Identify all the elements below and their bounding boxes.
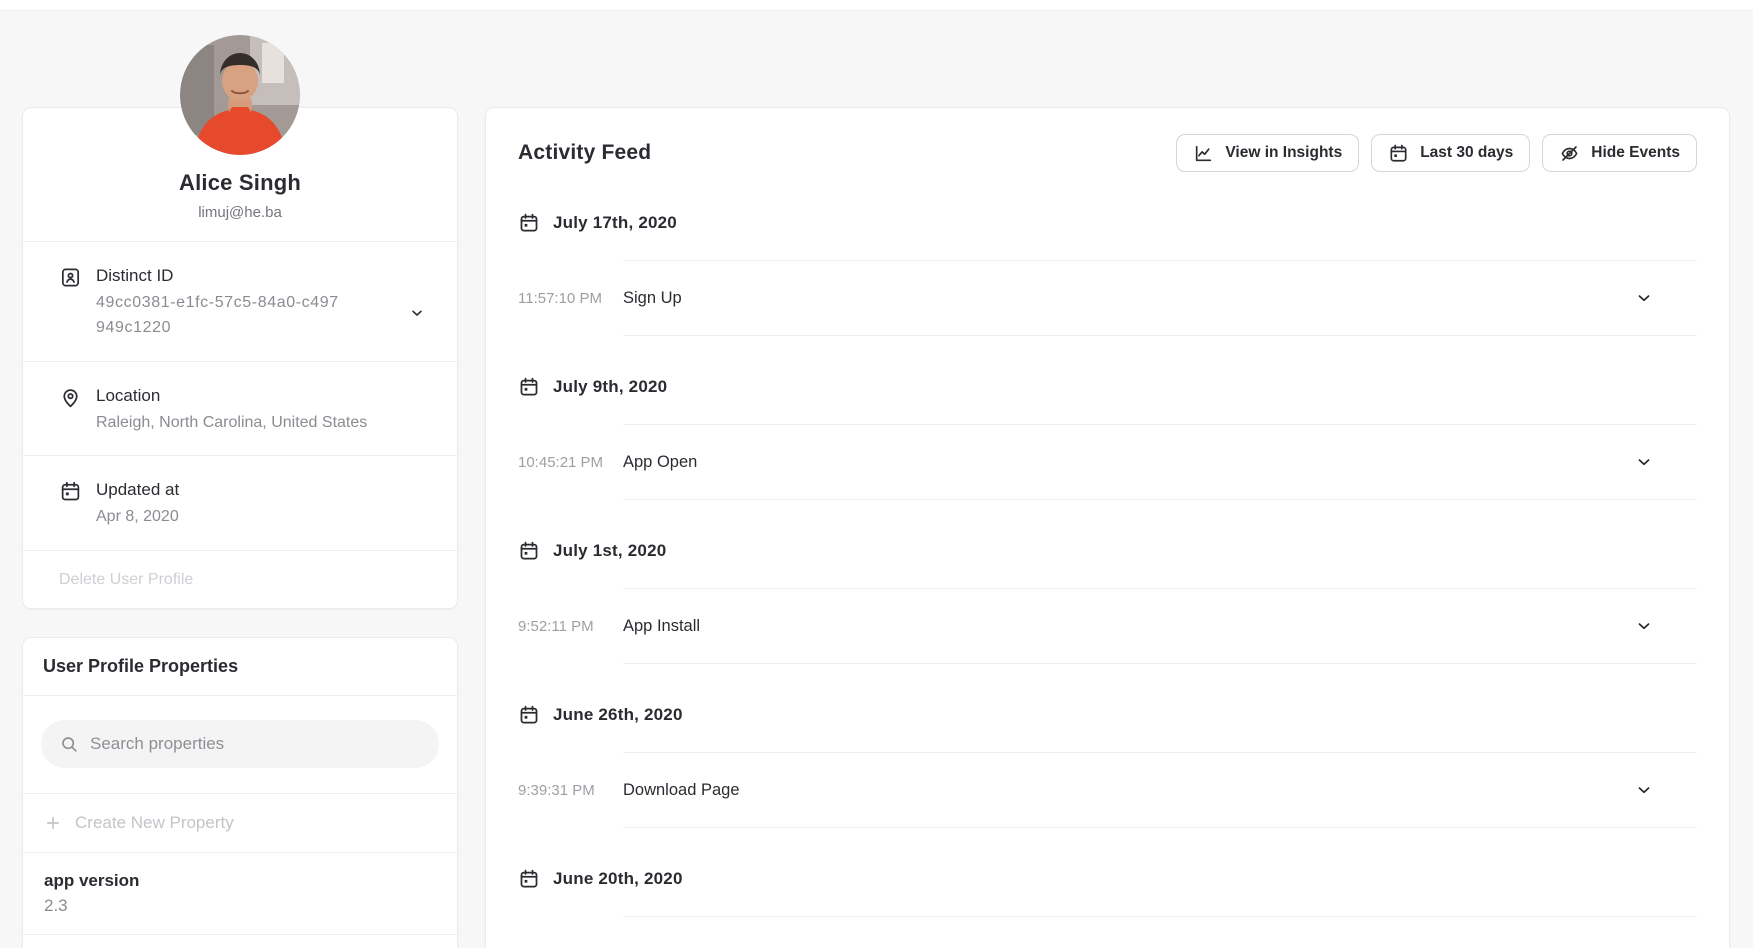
hide-events-button[interactable]: Hide Events [1542, 134, 1697, 172]
hide-events-label: Hide Events [1591, 144, 1680, 162]
search-icon [59, 734, 79, 754]
user-profile-page: Alice Singh limuj@he.ba Distinct ID 49cc… [0, 0, 1753, 948]
event-name: App Open [623, 453, 697, 472]
calendar-icon [518, 376, 540, 398]
event-time: 11:57:10 PM [518, 290, 623, 307]
properties-header: User Profile Properties [23, 638, 457, 696]
profile-name: Alice Singh [43, 170, 437, 196]
field-distinct-id: Distinct ID 49cc0381-e1fc-57c5-84a0-c497… [23, 242, 457, 362]
event-name: Download Page [623, 781, 740, 800]
event-row: 10:45:21 PM App Open [518, 424, 1697, 500]
distinct-id-expand-button[interactable] [409, 305, 437, 321]
field-label: Updated at [96, 479, 409, 501]
field-label: Location [96, 385, 409, 407]
delete-user-profile-row: Delete User Profile [23, 551, 457, 609]
event-date-header: June 26th, 2020 [518, 704, 1697, 726]
avatar [180, 35, 300, 155]
user-profile-properties-card: User Profile Properties [22, 637, 458, 948]
property-name: app version [44, 871, 436, 891]
event-date-label: July 1st, 2020 [553, 541, 666, 561]
chevron-down-icon [1635, 617, 1653, 635]
create-new-property-label: Create New Property [75, 813, 234, 833]
event-expand-button[interactable] [1635, 781, 1653, 799]
date-range-label: Last 30 days [1420, 144, 1513, 162]
profile-card: Alice Singh limuj@he.ba Distinct ID 49cc… [22, 107, 458, 609]
event-group: June 26th, 2020 9:39:31 PM Download Page [518, 704, 1697, 828]
event-body: App Open [623, 424, 1697, 500]
event-date-header: July 1st, 2020 [518, 540, 1697, 562]
event-expand-button[interactable] [1635, 453, 1653, 471]
delete-user-profile-button[interactable]: Delete User Profile [59, 571, 193, 589]
activity-feed-header: Activity Feed View in Insights [518, 108, 1697, 172]
create-property-row: Create New Property [23, 794, 457, 853]
activity-feed-card: Activity Feed View in Insights [485, 107, 1730, 948]
field-updated-at: Updated at Apr 8, 2020 [23, 456, 457, 551]
activity-feed-title: Activity Feed [518, 141, 651, 165]
search-box[interactable] [41, 720, 439, 768]
event-group: July 17th, 2020 11:57:10 PM Sign Up [518, 212, 1697, 336]
event-row: 9:39:31 PM Download Page [518, 752, 1697, 828]
chevron-down-icon [409, 305, 437, 321]
activity-feed-actions: View in Insights Last 30 days [1176, 134, 1697, 172]
eye-off-icon [1559, 143, 1580, 164]
property-value: 2.3 [44, 896, 436, 916]
event-date-label: July 9th, 2020 [553, 377, 667, 397]
event-date-label: June 20th, 2020 [553, 869, 683, 889]
event-name: App Install [623, 617, 700, 636]
event-body: App Install [623, 588, 1697, 664]
event-time: 10:45:21 PM [518, 454, 623, 471]
top-bar [0, 0, 1753, 11]
location-pin-icon [59, 385, 96, 455]
field-label: Distinct ID [96, 265, 409, 287]
field-value: 49cc0381-e1fc-57c5-84a0-c497949c1220 [96, 290, 348, 340]
date-range-button[interactable]: Last 30 days [1371, 134, 1530, 172]
chevron-down-icon [1635, 781, 1653, 799]
event-group: July 9th, 2020 10:45:21 PM App Open [518, 376, 1697, 500]
view-in-insights-button[interactable]: View in Insights [1176, 134, 1359, 172]
plus-icon [44, 814, 62, 832]
event-row [518, 916, 1697, 948]
field-value: Apr 8, 2020 [96, 504, 409, 529]
properties-search-section [23, 696, 457, 794]
calendar-icon [1388, 143, 1409, 164]
event-row: 9:52:11 PM App Install [518, 588, 1697, 664]
calendar-icon [59, 479, 96, 550]
profile-email: limuj@he.ba [43, 204, 437, 221]
event-expand-button[interactable] [1635, 289, 1653, 307]
event-group: July 1st, 2020 9:52:11 PM App Install [518, 540, 1697, 664]
field-value: Raleigh, North Carolina, United States [96, 410, 409, 435]
calendar-icon [518, 868, 540, 890]
calendar-icon [518, 704, 540, 726]
event-date-header: June 20th, 2020 [518, 868, 1697, 890]
event-date-header: July 9th, 2020 [518, 376, 1697, 398]
event-time: 9:39:31 PM [518, 782, 623, 799]
view-in-insights-label: View in Insights [1225, 144, 1342, 162]
event-time: 9:52:11 PM [518, 618, 623, 635]
event-name: Sign Up [623, 289, 682, 308]
chevron-down-icon [1635, 289, 1653, 307]
create-new-property-button[interactable]: Create New Property [44, 813, 234, 833]
properties-title: User Profile Properties [43, 656, 238, 677]
event-body: Download Page [623, 752, 1697, 828]
event-expand-button[interactable] [1635, 617, 1653, 635]
calendar-icon [518, 212, 540, 234]
avatar-photo [180, 35, 300, 155]
event-date-label: June 26th, 2020 [553, 705, 683, 725]
event-body [623, 916, 1697, 948]
event-body: Sign Up [623, 260, 1697, 336]
id-badge-icon [59, 265, 96, 361]
event-row: 11:57:10 PM Sign Up [518, 260, 1697, 336]
field-location: Location Raleigh, North Carolina, United… [23, 362, 457, 456]
chevron-down-icon [1635, 453, 1653, 471]
calendar-icon [518, 540, 540, 562]
property-item: app version 2.3 [23, 853, 457, 935]
event-date-header: July 17th, 2020 [518, 212, 1697, 234]
insights-chart-icon [1193, 143, 1214, 164]
search-properties-input[interactable] [90, 734, 421, 754]
event-date-label: July 17th, 2020 [553, 213, 677, 233]
event-group: June 20th, 2020 [518, 868, 1697, 948]
